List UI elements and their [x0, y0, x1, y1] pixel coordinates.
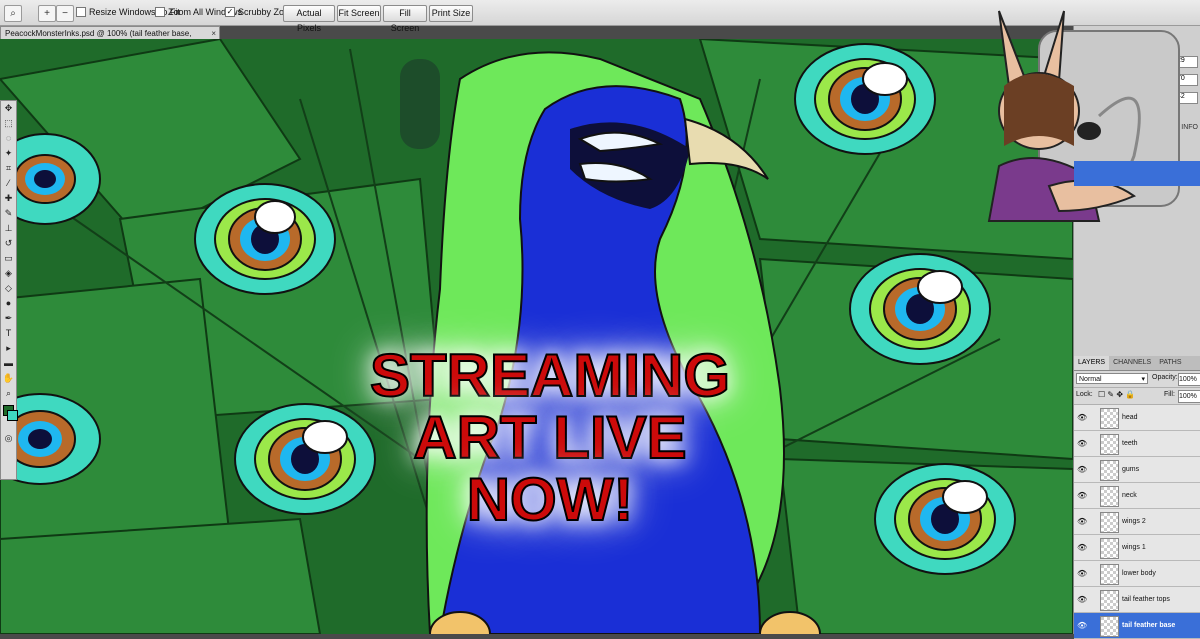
lasso-tool-icon[interactable]: ◌ — [1, 131, 16, 146]
zoom-tool-icon[interactable]: ⌕ — [4, 5, 22, 22]
layer-row[interactable]: 👁 gums — [1074, 457, 1200, 483]
fill-input[interactable]: 100% — [1178, 390, 1200, 403]
eye-icon[interactable]: 👁 — [1077, 569, 1087, 578]
layers-list: 👁 head 👁 teeth 👁 gums 👁 neck 👁 wings 2 👁 wings… — [1074, 405, 1200, 639]
layer-name: wings 2 — [1122, 518, 1146, 525]
fill-label: Fill: — [1164, 391, 1175, 398]
crop-tool-icon[interactable]: ⌗ — [1, 161, 16, 176]
streaming-announcement: STREAMING ART LIVE NOW! — [200, 342, 900, 533]
layer-thumbnail — [1100, 590, 1119, 611]
layer-thumbnail — [1100, 460, 1119, 481]
layer-name: wings 1 — [1122, 544, 1146, 551]
layers-tabs: LAYERS CHANNELS PATHS — [1074, 356, 1200, 371]
eye-icon[interactable]: 👁 — [1077, 517, 1087, 526]
layer-name: tail feather tops — [1122, 596, 1170, 603]
history-brush-icon[interactable]: ↺ — [1, 236, 16, 251]
layer-name: tail feather base — [1122, 622, 1176, 629]
layer-row-selected[interactable]: 👁 tail feather base — [1074, 613, 1200, 639]
layer-row[interactable]: 👁 wings 2 — [1074, 509, 1200, 535]
zoom-in-icon[interactable]: + — [38, 5, 56, 22]
document-tab[interactable]: PeacockMonsterInks.psd @ 100% (tail feat… — [0, 26, 220, 51]
layer-name: head — [1122, 414, 1138, 421]
lock-row: Lock: ☐ ✎ ✥ 🔒 Fill: 100% — [1074, 388, 1200, 405]
layer-row[interactable]: 👁 wings 1 — [1074, 535, 1200, 561]
announcement-line-3: NOW! — [466, 466, 635, 533]
layer-name: gums — [1122, 466, 1140, 473]
eye-icon[interactable]: 👁 — [1077, 595, 1087, 604]
opacity-input[interactable]: 100% — [1178, 373, 1200, 386]
lock-icons[interactable]: ☐ ✎ ✥ 🔒 — [1098, 390, 1135, 399]
lock-label: Lock: — [1076, 391, 1093, 398]
marquee-tool-icon[interactable]: ⬚ — [1, 116, 16, 131]
zoom-out-icon[interactable]: − — [56, 5, 74, 22]
dodge-tool-icon[interactable]: ● — [1, 296, 16, 311]
blend-mode-select[interactable]: Normal ▾ — [1076, 373, 1148, 384]
eyedropper-icon[interactable]: ⁄ — [1, 176, 16, 191]
layer-name: neck — [1122, 492, 1137, 499]
layer-row[interactable]: 👁 lower body — [1074, 561, 1200, 587]
background-color[interactable] — [7, 410, 18, 421]
eye-icon[interactable]: 👁 — [1077, 491, 1087, 500]
layer-thumbnail — [1100, 538, 1119, 559]
peacock-artwork — [0, 39, 1073, 634]
layer-thumbnail — [1100, 434, 1119, 455]
panel-selection-strip — [1074, 161, 1200, 186]
eye-icon[interactable]: 👁 — [1077, 543, 1087, 552]
tab-channels[interactable]: CHANNELS — [1109, 356, 1155, 370]
blend-mode-value: Normal — [1079, 376, 1102, 383]
color-info-panel: 29 70 42 INFO — [987, 10, 1200, 356]
quick-mask-icon[interactable]: ◎ — [1, 431, 16, 446]
scrubby-zoom-checkbox[interactable]: ✓ — [225, 7, 235, 17]
move-tool-icon[interactable]: ✥ — [1, 101, 16, 116]
layer-row[interactable]: 👁 head — [1074, 405, 1200, 431]
eye-icon[interactable]: 👁 — [1077, 439, 1087, 448]
eye-icon[interactable]: 👁 — [1077, 465, 1087, 474]
layer-row[interactable]: 👁 teeth — [1074, 431, 1200, 457]
document-canvas[interactable] — [0, 39, 1073, 634]
streamer-avatar — [987, 10, 1180, 222]
chevron-down-icon: ▾ — [1141, 376, 1145, 383]
blend-row: Normal ▾ Opacity: 100% — [1074, 371, 1200, 388]
eye-icon[interactable]: 👁 — [1077, 621, 1087, 630]
hand-tool-icon[interactable]: ✋ — [1, 371, 16, 386]
eye-icon[interactable]: 👁 — [1077, 413, 1087, 422]
blur-tool-icon[interactable]: ◇ — [1, 281, 16, 296]
layer-row[interactable]: 👁 neck — [1074, 483, 1200, 509]
print-size-button[interactable]: Print Size — [429, 5, 473, 22]
zoom-all-checkbox[interactable] — [155, 7, 165, 17]
actual-pixels-button[interactable]: Actual Pixels — [283, 5, 335, 33]
layer-thumbnail — [1100, 512, 1119, 533]
type-tool-icon[interactable]: T — [1, 326, 16, 341]
eraser-tool-icon[interactable]: ▭ — [1, 251, 16, 266]
tab-paths[interactable]: PATHS — [1155, 356, 1185, 370]
tools-panel: ✥ ⬚ ◌ ✦ ⌗ ⁄ ✚ ✎ ⊥ ↺ ▭ ◈ ◇ ● ✒ T ▸ ▬ ✋ ⌕ … — [0, 100, 18, 480]
layer-name: lower body — [1122, 570, 1156, 577]
layer-thumbnail — [1100, 564, 1119, 585]
announcement-line-2: ART LIVE — [412, 404, 687, 471]
pen-tool-icon[interactable]: ✒ — [1, 311, 16, 326]
healing-brush-icon[interactable]: ✚ — [1, 191, 16, 206]
layer-thumbnail — [1100, 408, 1119, 429]
layer-row[interactable]: 👁 tail feather tops — [1074, 587, 1200, 613]
bucket-tool-icon[interactable]: ◈ — [1, 266, 16, 281]
magic-wand-icon[interactable]: ✦ — [1, 146, 16, 161]
fill-screen-button[interactable]: Fill Screen — [383, 5, 427, 33]
tab-layers[interactable]: LAYERS — [1074, 356, 1110, 370]
zoom-tool-icon-box[interactable]: ⌕ — [1, 386, 16, 401]
brush-tool-icon[interactable]: ✎ — [1, 206, 16, 221]
color-swatches[interactable] — [1, 401, 18, 431]
announcement-line-1: STREAMING — [369, 342, 731, 409]
opacity-label: Opacity: — [1152, 374, 1178, 381]
layers-panel: LAYERS CHANNELS PATHS Normal ▾ Opacity: 1… — [1073, 356, 1200, 639]
path-select-icon[interactable]: ▸ — [1, 341, 16, 356]
stamp-tool-icon[interactable]: ⊥ — [1, 221, 16, 236]
shape-tool-icon[interactable]: ▬ — [1, 356, 16, 371]
layer-name: teeth — [1122, 440, 1138, 447]
layer-thumbnail — [1100, 486, 1119, 507]
fit-screen-button[interactable]: Fit Screen — [337, 5, 381, 22]
resize-windows-checkbox[interactable] — [76, 7, 86, 17]
